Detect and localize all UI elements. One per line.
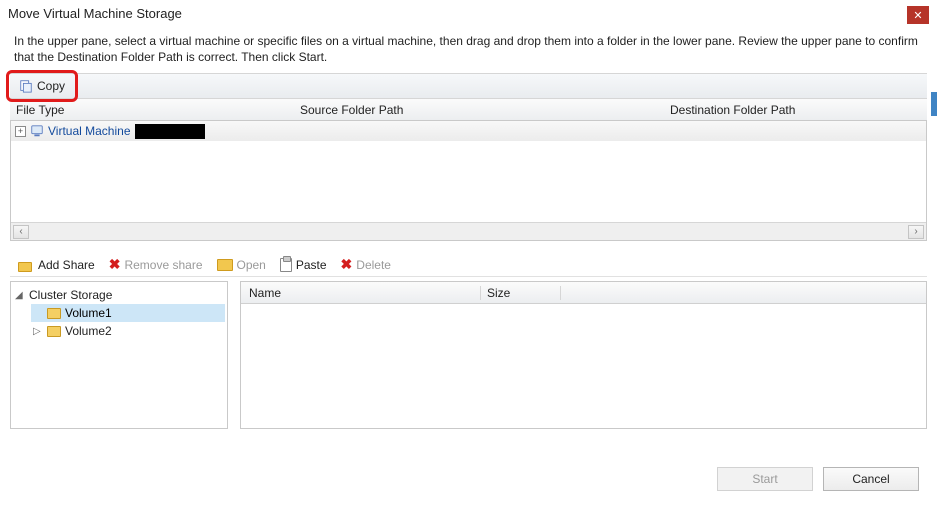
add-share-button[interactable]: Add Share — [14, 256, 99, 274]
copy-button[interactable]: Copy — [6, 70, 78, 102]
tree-item-volume1[interactable]: Volume1 — [31, 304, 225, 322]
delete-icon: ✖ — [341, 256, 353, 273]
delete-button[interactable]: ✖ Delete — [337, 254, 395, 275]
open-label: Open — [237, 258, 266, 272]
paste-label: Paste — [296, 258, 327, 272]
caret-right-icon: ▷ — [33, 326, 43, 337]
col-size[interactable]: Size — [481, 286, 561, 300]
tree-root-label: Cluster Storage — [29, 288, 112, 302]
remove-icon: ✖ — [109, 256, 121, 273]
vm-row-label: Virtual Machine — [48, 124, 131, 138]
remove-share-button[interactable]: ✖ Remove share — [105, 254, 207, 275]
delete-label: Delete — [356, 258, 391, 272]
close-button[interactable]: ✕ — [907, 6, 929, 24]
scroll-left-icon[interactable]: ‹ — [13, 225, 29, 239]
upper-toolbar: Copy — [10, 73, 927, 99]
tree-item-label: Volume2 — [65, 324, 112, 338]
close-icon: ✕ — [913, 9, 922, 22]
col-destination-path[interactable]: Destination Folder Path — [670, 103, 927, 117]
dialog-buttons: Start Cancel — [717, 467, 919, 491]
cancel-button-label: Cancel — [852, 472, 889, 486]
add-share-label: Add Share — [38, 258, 95, 272]
caret-down-icon: ◢ — [15, 290, 25, 301]
start-button[interactable]: Start — [717, 467, 813, 491]
lower-split: ◢ Cluster Storage Volume1 ▷ Volume2 Name… — [10, 281, 927, 429]
add-share-icon — [18, 258, 34, 272]
upper-grid-body[interactable]: + Virtual Machine ‹ › — [10, 121, 927, 241]
tree-item-label: Volume1 — [65, 306, 112, 320]
paste-button[interactable]: Paste — [276, 256, 331, 274]
window-title: Move Virtual Machine Storage — [8, 6, 182, 21]
folder-icon — [47, 308, 61, 319]
expand-toggle[interactable]: + — [15, 126, 26, 137]
remove-share-label: Remove share — [124, 258, 202, 272]
side-accent — [931, 92, 937, 116]
open-button[interactable]: Open — [213, 256, 270, 274]
copy-button-label: Copy — [37, 79, 65, 93]
folder-icon — [47, 326, 61, 337]
lower-toolbar: Add Share ✖ Remove share Open Paste ✖ De… — [10, 253, 927, 277]
copy-icon — [19, 79, 33, 93]
window-title-bar: Move Virtual Machine Storage — [0, 0, 937, 25]
redacted-name — [135, 124, 205, 139]
tree-root-row[interactable]: ◢ Cluster Storage — [13, 286, 225, 304]
vm-row[interactable]: + Virtual Machine — [11, 121, 926, 141]
scroll-right-icon[interactable]: › — [908, 225, 924, 239]
col-source-path[interactable]: Source Folder Path — [300, 103, 670, 117]
col-name[interactable]: Name — [241, 286, 481, 300]
tree-item-volume2[interactable]: ▷ Volume2 — [31, 322, 225, 340]
cancel-button[interactable]: Cancel — [823, 467, 919, 491]
col-file-type[interactable]: File Type — [10, 103, 300, 117]
folder-tree[interactable]: ◢ Cluster Storage Volume1 ▷ Volume2 — [10, 281, 228, 429]
paste-icon — [280, 258, 292, 272]
upper-grid-header: File Type Source Folder Path Destination… — [10, 99, 927, 121]
file-list-pane[interactable]: Name Size — [240, 281, 927, 429]
file-list-header: Name Size — [241, 282, 926, 304]
instructions-text: In the upper pane, select a virtual mach… — [0, 25, 937, 73]
horizontal-scrollbar[interactable]: ‹ › — [11, 222, 926, 240]
open-folder-icon — [217, 259, 233, 271]
start-button-label: Start — [752, 472, 777, 486]
vm-icon — [30, 124, 44, 138]
